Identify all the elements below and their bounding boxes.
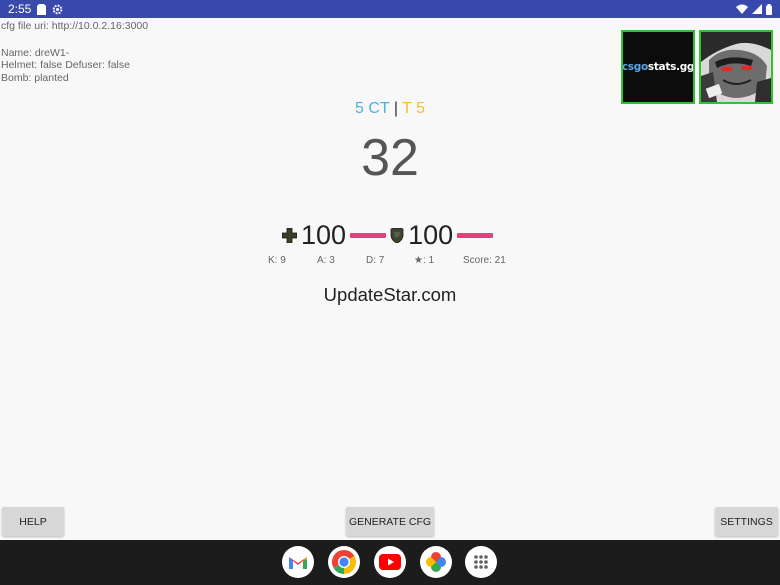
bomb-status-text: Bomb: planted [1,72,69,84]
health-value: 100 [301,220,347,250]
settings-gear-icon [52,4,63,15]
status-bar: 2:55 [0,0,780,18]
score-stat: Score: 21 [463,255,506,266]
mvps-stat: ★: 1 [414,255,435,266]
gmail-icon[interactable] [282,546,314,578]
taskbar-dock [0,540,780,585]
player-avatar[interactable] [699,30,773,104]
avatar-image [701,32,771,102]
health-bar [350,232,387,238]
sim-card-icon [37,3,47,15]
chrome-icon[interactable] [328,546,360,578]
health-plus-icon [282,227,297,243]
helmet-defuser-text: Helmet: false Defuser: false [1,59,130,71]
round-timer: 32 [361,129,419,187]
csgostats-logo: csgostats.gg [621,61,695,73]
signal-icon [752,4,762,14]
armor-bar [457,232,494,238]
armor-value: 100 [408,220,454,250]
score-separator: | [393,100,398,117]
watermark-text: UpdateStar.com [323,284,457,305]
battery-icon [766,3,772,15]
photos-icon[interactable] [420,546,452,578]
team-score: 5 CT | T 5 [0,99,780,119]
kills-stat: K: 9 [268,255,286,266]
ct-score: 5 CT [355,100,390,117]
armor-shield-icon [390,227,404,243]
player-name-text: Name: dreW1- [1,47,70,59]
generate-cfg-button[interactable]: GENERATE CFG [346,507,434,536]
player-vitals: 100 100 [282,219,494,251]
help-button[interactable]: HELP [2,507,64,536]
player-stats: K: 9 A: 3 D: 7 ★: 1 Score: 21 [0,255,780,267]
deaths-stat: D: 7 [366,255,385,266]
youtube-icon[interactable] [374,546,406,578]
settings-button[interactable]: SETTINGS [715,507,778,536]
t-score: T 5 [402,100,425,117]
assists-stat: A: 3 [317,255,335,266]
wifi-icon [736,4,748,14]
cfg-uri-text: cfg file uri: http://10.0.2.16:3000 [1,20,149,32]
status-time: 2:55 [8,2,32,16]
app-drawer-icon[interactable] [465,546,497,578]
csgostats-logo-thumbnail[interactable]: csgostats.gg [621,30,695,104]
